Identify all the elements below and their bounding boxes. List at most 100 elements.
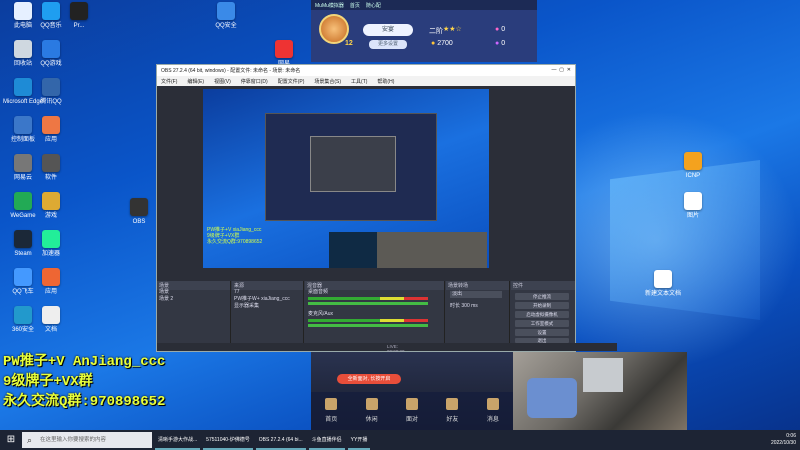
- desktop-icon-label: 加速器: [41, 251, 60, 257]
- stop-streaming-button[interactable]: 停止推流: [515, 293, 569, 300]
- overlay-line-1: PW推子+V AnJiang_ccc: [3, 354, 166, 370]
- task-item[interactable]: 57511040-炉佛德号: [203, 430, 253, 450]
- nested-obs-window: [310, 136, 396, 192]
- mixer-label-1: 桌面音频: [308, 289, 329, 295]
- desktop-icon-label: 游戏: [44, 213, 57, 219]
- game-bottom-window[interactable]: 全新面对, 长按开启 首页 休闲 面对 好友 消息: [311, 352, 513, 430]
- menu-item[interactable]: 配置文件(P): [278, 78, 305, 85]
- menu-item[interactable]: 编辑(E): [187, 78, 204, 85]
- game-tab-home[interactable]: 首页: [350, 2, 360, 9]
- app-icon: [42, 268, 60, 286]
- menu-item[interactable]: 停靠窗口(D): [241, 78, 268, 85]
- start-recording-button[interactable]: 开始录制: [515, 302, 569, 309]
- virtual-camera-button[interactable]: 启动虚拟摄像机: [515, 311, 569, 318]
- event-banner[interactable]: 全新面对, 长按开启: [337, 374, 401, 384]
- scene-item[interactable]: 场景 2: [159, 296, 173, 303]
- mixer-label-2: 麦克风/Aux: [308, 311, 334, 317]
- wallpaper-windows-logo: [610, 160, 760, 320]
- menu-item[interactable]: 工具(T): [351, 78, 367, 85]
- scene-item[interactable]: 场景: [159, 289, 173, 296]
- desktop-icon-label: QQ游戏: [40, 61, 62, 67]
- obs-titlebar[interactable]: OBS 27.2.4 (64 bit, windows) - 配置文件: 未命名…: [157, 65, 575, 76]
- settings-button[interactable]: 设置: [515, 329, 569, 336]
- desktop-audio-slider[interactable]: [308, 302, 428, 305]
- mic-audio-slider[interactable]: [308, 324, 428, 327]
- task-item[interactable]: 斗鱼直播伴侣: [308, 430, 345, 450]
- obs-statusbar: LIVE: 00:00:20 REC: 00:00:00 CPU: 2.0% 3…: [157, 343, 617, 384]
- app-icon: [42, 230, 60, 248]
- source-item[interactable]: 显示器采集: [234, 303, 290, 310]
- app-icon: [42, 306, 60, 324]
- settings-button[interactable]: 更多设置: [369, 40, 407, 49]
- desktop-icon[interactable]: 加速器: [30, 230, 72, 258]
- overlay-line-2: 9级牌子+VX群: [3, 374, 93, 390]
- desktop-icon[interactable]: OBS: [118, 198, 160, 226]
- desktop-icon-label: 腾讯QQ: [40, 99, 62, 105]
- task-item[interactable]: YY开播: [347, 430, 371, 450]
- app-icon: [42, 154, 60, 172]
- gem-count: ● 0: [495, 40, 505, 47]
- nav-face[interactable]: 面对: [392, 392, 432, 430]
- desktop-icon[interactable]: Pr...: [58, 2, 100, 30]
- desktop-icon-label: Pr...: [73, 23, 85, 29]
- desktop-icon[interactable]: 游戏: [30, 192, 72, 220]
- desktop-icon[interactable]: 文档: [30, 306, 72, 334]
- desktop-icon[interactable]: ICNP: [672, 152, 714, 180]
- mic-audio-meter: [308, 319, 428, 322]
- obs-docks: 场景 场景 场景 2 来源 77 PW推子W+ xiaJiang_ccc 显示器…: [157, 281, 575, 351]
- menu-item[interactable]: 文件(F): [161, 78, 177, 85]
- game-nav: 首页 休闲 面对 好友 消息: [311, 392, 513, 430]
- desktop-icon-label: 图片: [686, 213, 699, 219]
- obs-preview[interactable]: PW推子+V xiaJiang_ccc 9级牌子+VX群 永久交流Q群:9708…: [203, 89, 489, 268]
- preview-overlay-text: PW推子+V xiaJiang_ccc 9级牌子+VX群 永久交流Q群:9708…: [207, 227, 262, 245]
- app-icon: [684, 192, 702, 210]
- desktop-icon[interactable]: QQ游戏: [30, 40, 72, 68]
- task-item[interactable]: OBS 27.2.4 (64 bi...: [255, 430, 306, 450]
- game-window[interactable]: MuMu模拟器 首页 随心配 12 安宴 更多设置 二阶 ★★☆ ● 2700 …: [311, 0, 537, 62]
- game-titlebar[interactable]: MuMu模拟器 首页 随心配: [311, 0, 537, 10]
- obs-window[interactable]: OBS 27.2.4 (64 bit, windows) - 配置文件: 未命名…: [156, 64, 617, 384]
- menu-item[interactable]: 场景集合(S): [314, 78, 341, 85]
- nav-leisure[interactable]: 休闲: [351, 392, 391, 430]
- desktop-icon[interactable]: 新建文本文档: [642, 270, 684, 298]
- game-tab-2[interactable]: 随心配: [366, 2, 381, 9]
- task-item[interactable]: 清晰手游大作战...: [155, 430, 201, 450]
- studio-mode-button[interactable]: 工作室模式: [515, 320, 569, 327]
- desktop-icon[interactable]: 应用: [30, 268, 72, 296]
- menu-item[interactable]: 视图(V): [214, 78, 231, 85]
- desktop-icon[interactable]: QQ安全: [205, 2, 247, 30]
- clock[interactable]: 0:06 2022/10/30: [771, 433, 796, 447]
- desktop-icon[interactable]: 图片: [672, 192, 714, 220]
- scene-list[interactable]: 场景 场景 2: [159, 289, 173, 303]
- nav-messages[interactable]: 消息: [473, 392, 513, 430]
- gem-value: 0: [501, 40, 506, 47]
- desktop-audio-meter: [308, 297, 428, 300]
- camera-bed: [527, 378, 577, 418]
- windows-start-icon[interactable]: ⊞: [0, 430, 22, 450]
- app-icon: [42, 40, 60, 58]
- vip-value: 0: [501, 26, 506, 33]
- transitions-header: 场景转场: [446, 281, 509, 290]
- source-list[interactable]: 77 PW推子W+ xiaJiang_ccc 显示器采集: [234, 289, 290, 310]
- window-controls-icon[interactable]: — ▢ ✕: [552, 67, 571, 74]
- player-name[interactable]: 安宴: [363, 24, 413, 36]
- transition-duration[interactable]: 时长 300 ms: [450, 303, 478, 310]
- transition-select[interactable]: 淡出: [450, 291, 502, 298]
- player-level: 12: [345, 40, 353, 47]
- clock-date: 2022/10/30: [770, 440, 796, 446]
- source-item[interactable]: 77: [234, 289, 290, 296]
- source-item[interactable]: PW推子W+ xiaJiang_ccc: [234, 296, 290, 303]
- preview-text-3: 永久交流Q群:970898652: [207, 239, 263, 245]
- menu-item[interactable]: 帮助(H): [377, 78, 394, 85]
- nav-friends[interactable]: 好友: [432, 392, 472, 430]
- sources-dock: 来源 77 PW推子W+ xiaJiang_ccc 显示器采集: [232, 281, 304, 343]
- app-icon: [130, 198, 148, 216]
- desktop-icon[interactable]: 应用: [30, 116, 72, 144]
- search-input[interactable]: 在这里输入你要搜索的内容: [22, 432, 152, 448]
- nav-home[interactable]: 首页: [311, 392, 351, 430]
- desktop-icon-label: ICNP: [685, 173, 701, 179]
- desktop-icon[interactable]: 腾讯QQ: [30, 78, 72, 106]
- gem-icon: ●: [495, 40, 500, 47]
- desktop-icon[interactable]: 软件: [30, 154, 72, 182]
- camera-window: [583, 358, 623, 392]
